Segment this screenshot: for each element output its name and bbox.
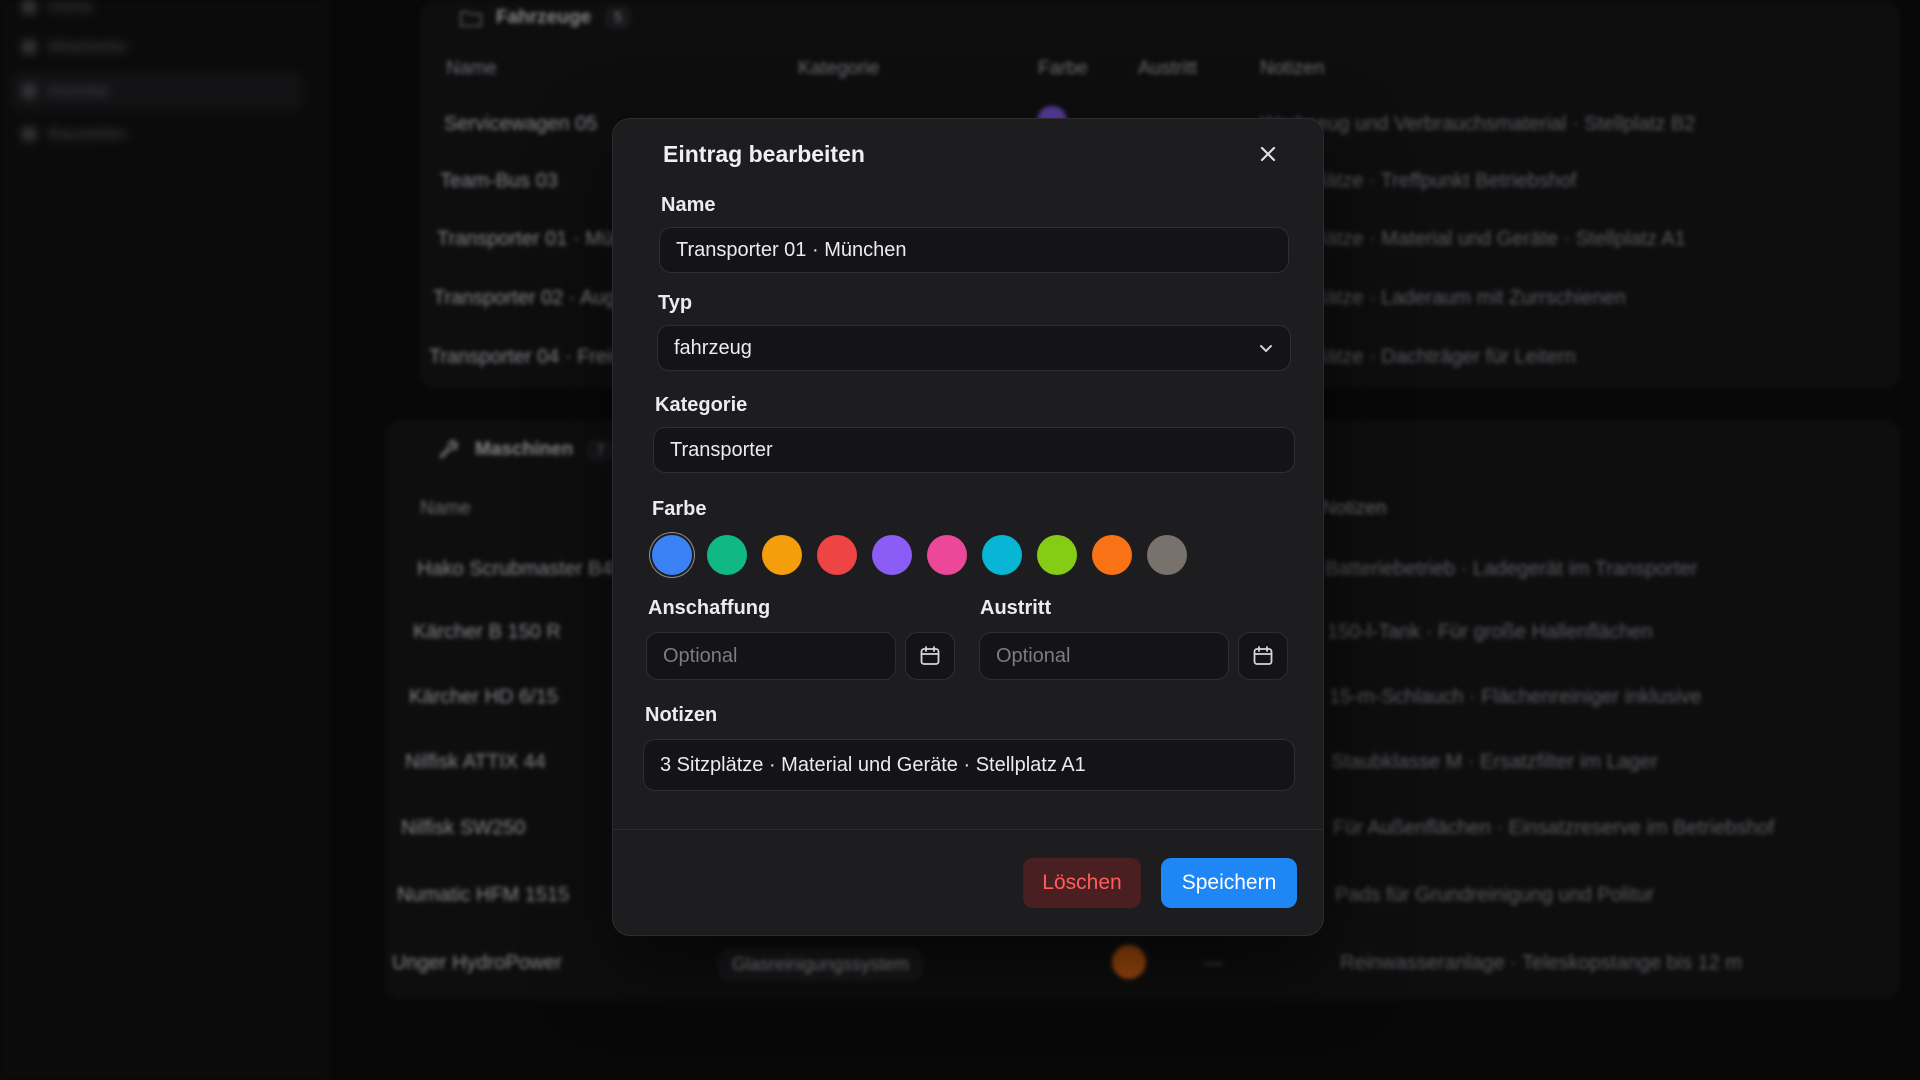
color-swatch[interactable] xyxy=(1092,535,1132,575)
notes-input-value: 3 Sitzplätze · Material und Geräte · Ste… xyxy=(660,753,1086,776)
app-root: Home Mitarbeiter Inventar Baustellen Fah… xyxy=(0,0,1920,1080)
name-label: Name xyxy=(661,194,716,216)
chevron-down-icon xyxy=(1260,345,1272,352)
color-swatch[interactable] xyxy=(927,535,967,575)
color-swatch[interactable] xyxy=(652,535,692,575)
notes-label: Notizen xyxy=(645,704,718,726)
name-input[interactable]: Transporter 01 · München xyxy=(659,227,1289,273)
close-icon xyxy=(1260,146,1276,162)
category-input-value: Transporter xyxy=(670,438,773,461)
acquisition-placeholder: Optional xyxy=(663,644,738,667)
exit-placeholder: Optional xyxy=(996,644,1071,667)
type-select[interactable]: fahrzeug xyxy=(657,325,1291,371)
color-swatch[interactable] xyxy=(707,535,747,575)
edit-entry-dialog: Eintrag bearbeiten Name Transporter 01 ·… xyxy=(612,118,1324,936)
color-swatch[interactable] xyxy=(1147,535,1187,575)
acquisition-label: Anschaffung xyxy=(648,597,771,619)
type-label: Typ xyxy=(658,292,693,314)
name-input-value: Transporter 01 · München xyxy=(676,238,907,261)
calendar-icon xyxy=(1253,646,1273,665)
exit-calendar-button[interactable] xyxy=(1238,632,1288,680)
delete-button[interactable]: Löschen xyxy=(1023,858,1141,908)
acquisition-calendar-button[interactable] xyxy=(905,632,955,680)
dialog-footer-divider xyxy=(613,829,1323,830)
type-select-value: fahrzeug xyxy=(674,336,752,359)
exit-label: Austritt xyxy=(980,597,1052,619)
dialog-title: Eintrag bearbeiten xyxy=(663,141,865,167)
category-input[interactable]: Transporter xyxy=(653,427,1295,473)
color-label: Farbe xyxy=(652,498,707,520)
close-button[interactable] xyxy=(1251,137,1285,171)
category-label: Kategorie xyxy=(655,394,748,416)
color-swatch[interactable] xyxy=(982,535,1022,575)
acquisition-date-input[interactable]: Optional xyxy=(646,632,896,680)
exit-date-input[interactable]: Optional xyxy=(979,632,1229,680)
color-swatch[interactable] xyxy=(817,535,857,575)
calendar-icon xyxy=(920,646,940,665)
color-swatch[interactable] xyxy=(872,535,912,575)
save-button[interactable]: Speichern xyxy=(1161,858,1297,908)
color-swatch[interactable] xyxy=(762,535,802,575)
color-swatch[interactable] xyxy=(1037,535,1077,575)
notes-input[interactable]: 3 Sitzplätze · Material und Geräte · Ste… xyxy=(643,739,1295,791)
